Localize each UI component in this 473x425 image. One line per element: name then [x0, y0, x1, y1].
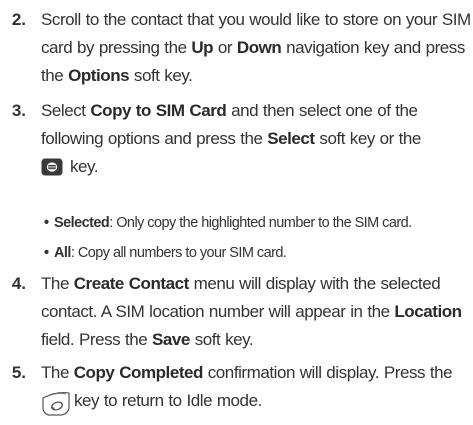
text-run: key to return to Idle mode.	[74, 391, 262, 410]
manual-page: 2. Scroll to the contact that you would …	[0, 0, 473, 416]
bullet-label: All	[54, 245, 71, 261]
bullet-text: : Only copy the highlighted number to th…	[109, 215, 412, 231]
ok-center-key-icon	[41, 157, 63, 185]
text-run: The	[41, 363, 74, 382]
copy-completed-label: Copy Completed	[73, 363, 204, 382]
bullet-text: : Copy all numbers to your SIM card.	[70, 245, 287, 261]
step-2: 2. Scroll to the contact that you would …	[0, 6, 473, 92]
step-text: The Copy Completed confirmation will dis…	[41, 359, 471, 425]
down-key-label: Down	[236, 38, 282, 57]
step-text: Scroll to the contact that you would lik…	[41, 6, 471, 90]
text-run: soft key.	[189, 330, 254, 349]
step-3: 3. Select Copy to SIM Card and then sele…	[0, 97, 473, 293]
option-bullet-all: • All: Copy all numbers to your SIM card.	[44, 241, 472, 265]
bullet-label: Selected	[54, 215, 110, 231]
text-run: confirmation will display. Press the	[202, 363, 453, 382]
options-key-label: Options	[68, 66, 130, 85]
text-run: soft key or the	[314, 129, 421, 148]
step-number: 4.	[11, 274, 26, 293]
step-number: 3.	[11, 101, 26, 120]
text-run: field. Press the	[41, 330, 153, 349]
step-text: The Create Contact menu will display wit…	[41, 270, 471, 354]
option-bullet-selected: • Selected: Only copy the highlighted num…	[44, 211, 472, 235]
step-number: 5.	[11, 363, 26, 382]
select-key-label: Select	[267, 129, 315, 148]
text-run: key.	[70, 157, 99, 176]
up-key-label: Up	[191, 38, 214, 57]
step-4: 4. The Create Contact menu will display …	[0, 270, 473, 356]
step-number: 2.	[11, 10, 26, 29]
text-run: or	[213, 38, 237, 57]
location-field-label: Location	[394, 302, 462, 321]
end-key-icon	[41, 390, 71, 425]
copy-to-sim-card-label: Copy to SIM Card	[90, 101, 227, 120]
text-run: Select	[41, 101, 91, 120]
save-key-label: Save	[152, 330, 190, 349]
bullet-icon: •	[44, 245, 49, 261]
step-text: Select Copy to SIM Card and then select …	[41, 97, 471, 185]
step-5: 5. The Copy Completed confirmation will …	[0, 359, 473, 416]
text-run: soft key.	[129, 66, 193, 85]
bullet-icon: •	[44, 215, 49, 231]
create-contact-label: Create Contact	[73, 274, 190, 293]
text-run: The	[41, 274, 74, 293]
